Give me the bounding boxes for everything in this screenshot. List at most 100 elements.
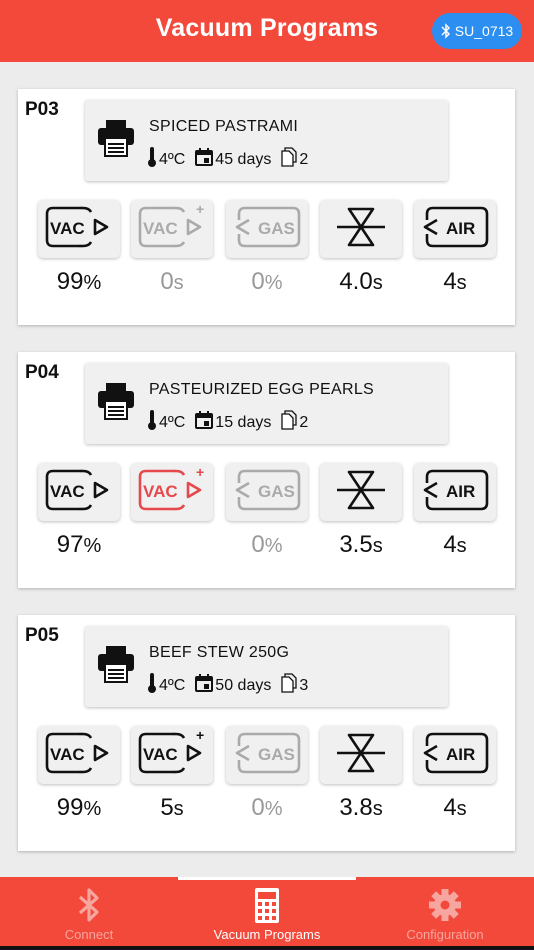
air-button[interactable]: AIR bbox=[414, 200, 496, 258]
vac-plus-button[interactable]: VAC + bbox=[131, 200, 213, 258]
vac-plus-value: 5s bbox=[160, 794, 184, 821]
label-copies: 2 bbox=[299, 413, 309, 431]
vac-button[interactable]: VAC bbox=[38, 200, 120, 258]
air-value: 4s bbox=[443, 794, 467, 821]
program-id: P04 bbox=[25, 362, 59, 383]
vac-plus-icon: VAC + bbox=[136, 464, 208, 520]
bluetooth-icon bbox=[441, 23, 451, 39]
program-card[interactable]: P04 PASTEURIZED EGG PEARLS 4ºC 15 days 2… bbox=[18, 352, 515, 588]
storage-temperature: 4ºC bbox=[159, 413, 186, 431]
nav-connect-label: Connect bbox=[64, 927, 114, 942]
seal-value: 3.5s bbox=[339, 531, 383, 558]
svg-text:AIR: AIR bbox=[446, 482, 475, 501]
shelf-life: 50 days bbox=[215, 676, 272, 694]
home-indicator bbox=[0, 946, 534, 950]
svg-text:VAC: VAC bbox=[50, 745, 85, 764]
svg-text:GAS: GAS bbox=[258, 219, 295, 238]
seal-button[interactable] bbox=[320, 726, 402, 784]
air-button[interactable]: AIR bbox=[414, 463, 496, 521]
gear-icon bbox=[428, 885, 462, 928]
air-value: 4s bbox=[443, 531, 467, 558]
svg-text:VAC: VAC bbox=[50, 219, 85, 238]
label-meta: 4ºC 45 days 2 bbox=[147, 146, 318, 173]
vac-button[interactable]: VAC bbox=[38, 463, 120, 521]
program-card[interactable]: P03 SPICED PASTRAMI 4ºC 45 days 2 VAC VA… bbox=[18, 89, 515, 325]
svg-text:AIR: AIR bbox=[446, 219, 475, 238]
gas-value: 0% bbox=[251, 794, 283, 821]
svg-text:VAC: VAC bbox=[143, 745, 178, 764]
svg-text:GAS: GAS bbox=[258, 745, 295, 764]
vac-plus-value: 0s bbox=[160, 268, 184, 295]
seal-icon bbox=[331, 467, 391, 518]
nav-connect[interactable]: Connect bbox=[0, 877, 178, 950]
device-name: SU_0713 bbox=[454, 23, 514, 39]
thermometer-icon bbox=[147, 409, 157, 436]
gas-button[interactable]: GAS bbox=[226, 200, 308, 258]
storage-temperature: 4ºC bbox=[159, 150, 186, 168]
gas-icon: GAS bbox=[231, 465, 303, 520]
seal-button[interactable] bbox=[320, 200, 402, 258]
svg-text:+: + bbox=[196, 728, 204, 743]
label-copies: 2 bbox=[299, 150, 309, 168]
svg-text:+: + bbox=[196, 465, 204, 480]
vac-value: 99% bbox=[56, 794, 102, 821]
thermometer-icon bbox=[147, 672, 157, 699]
vac-button[interactable]: VAC bbox=[38, 726, 120, 784]
copies-icon bbox=[281, 410, 297, 435]
seal-value: 4.0s bbox=[339, 268, 383, 295]
copies-icon bbox=[281, 673, 297, 698]
product-name: PASTEURIZED EGG PEARLS bbox=[149, 381, 375, 398]
label-copies: 3 bbox=[299, 676, 309, 694]
program-list[interactable]: P03 SPICED PASTRAMI 4ºC 45 days 2 VAC VA… bbox=[0, 62, 534, 877]
label-meta: 4ºC 15 days 2 bbox=[147, 409, 318, 436]
vac-value: 99% bbox=[56, 268, 102, 295]
product-name: SPICED PASTRAMI bbox=[149, 118, 299, 135]
svg-text:GAS: GAS bbox=[258, 482, 295, 501]
program-card[interactable]: P05 BEEF STEW 250G 4ºC 50 days 3 VAC VAC bbox=[18, 615, 515, 851]
svg-text:VAC: VAC bbox=[143, 219, 178, 238]
product-name: BEEF STEW 250G bbox=[149, 644, 290, 661]
bottom-navigation: Connect Vacuum Programs Configuration bbox=[0, 877, 534, 950]
label-meta: 4ºC 50 days 3 bbox=[147, 672, 318, 699]
seal-button[interactable] bbox=[320, 463, 402, 521]
vac-icon: VAC bbox=[43, 202, 115, 257]
printer-icon[interactable] bbox=[97, 381, 135, 426]
seal-value: 3.8s bbox=[339, 794, 383, 821]
nav-config-label: Configuration bbox=[406, 927, 484, 942]
gas-value: 0% bbox=[251, 531, 283, 558]
vac-plus-button[interactable]: VAC + bbox=[131, 726, 213, 784]
shelf-life: 45 days bbox=[215, 150, 272, 168]
vac-plus-button[interactable]: VAC + bbox=[131, 463, 213, 521]
air-icon: AIR bbox=[419, 202, 491, 257]
nav-configuration[interactable]: Configuration bbox=[356, 877, 534, 950]
label-print-panel[interactable]: SPICED PASTRAMI 4ºC 45 days 2 bbox=[85, 100, 448, 181]
label-print-panel[interactable]: PASTEURIZED EGG PEARLS 4ºC 15 days 2 bbox=[85, 363, 448, 444]
thermometer-icon bbox=[147, 146, 157, 173]
vac-plus-icon: VAC + bbox=[136, 727, 208, 783]
bluetooth-device-badge[interactable]: SU_0713 bbox=[432, 13, 522, 49]
bluetooth-icon bbox=[76, 885, 102, 928]
calendar-icon bbox=[195, 674, 214, 697]
air-value: 4s bbox=[443, 268, 467, 295]
calendar-icon bbox=[195, 411, 214, 434]
svg-text:+: + bbox=[196, 202, 204, 217]
gas-button[interactable]: GAS bbox=[226, 726, 308, 784]
printer-icon[interactable] bbox=[97, 644, 135, 689]
label-print-panel[interactable]: BEEF STEW 250G 4ºC 50 days 3 bbox=[85, 626, 448, 707]
air-button[interactable]: AIR bbox=[414, 726, 496, 784]
vac-icon: VAC bbox=[43, 465, 115, 520]
nav-vacuum-programs[interactable]: Vacuum Programs bbox=[178, 877, 356, 950]
copies-icon bbox=[281, 147, 297, 172]
vac-icon: VAC bbox=[43, 728, 115, 783]
printer-icon[interactable] bbox=[97, 118, 135, 163]
air-icon: AIR bbox=[419, 465, 491, 520]
gas-button[interactable]: GAS bbox=[226, 463, 308, 521]
vac-value: 97% bbox=[56, 531, 102, 558]
svg-text:VAC: VAC bbox=[143, 482, 178, 501]
app-header: Vacuum Programs SU_0713 bbox=[0, 0, 534, 62]
air-icon: AIR bbox=[419, 728, 491, 783]
svg-text:VAC: VAC bbox=[50, 482, 85, 501]
gas-icon: GAS bbox=[231, 728, 303, 783]
seal-icon bbox=[331, 730, 391, 781]
nav-programs-label: Vacuum Programs bbox=[213, 927, 321, 942]
